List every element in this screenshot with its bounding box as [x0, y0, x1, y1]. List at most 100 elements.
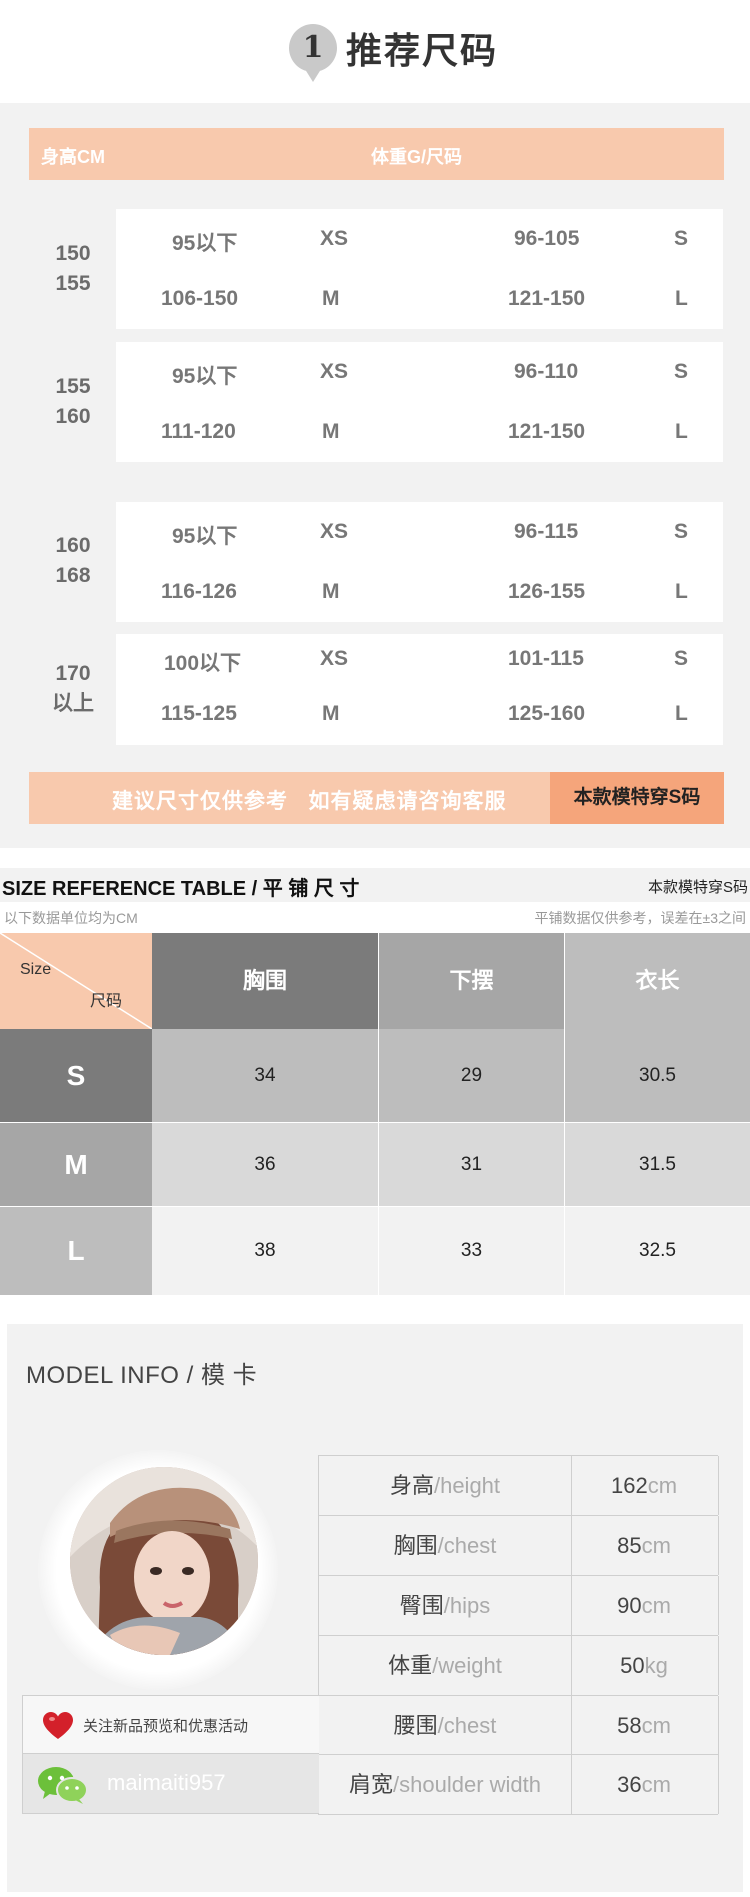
size-table-model-note: 本款模特穿S码 — [647, 879, 748, 896]
weight-range: 101-115 — [508, 647, 584, 670]
weight-range: 95以下 — [172, 525, 238, 548]
label-en: /chest — [437, 1713, 497, 1738]
size-code: S — [674, 647, 689, 670]
value-number: 90 — [617, 1593, 642, 1618]
value-number: 58 — [617, 1713, 642, 1738]
measurement-row: 体重/weight 50kg — [318, 1635, 719, 1695]
label-cn: 臀围 — [399, 1593, 444, 1618]
measurement-value: 162cm — [570, 1456, 719, 1515]
weight-range: 95以下 — [172, 365, 238, 388]
label-cn: 肩宽 — [349, 1772, 394, 1797]
label-en: /chest — [437, 1533, 497, 1558]
size-group-card: 95以下 XS 96-110 S 111-120 M 121-150 L — [116, 342, 723, 462]
label-cn: 胸围 — [393, 1533, 438, 1558]
height-line: 155 — [55, 375, 91, 398]
label-en: /weight — [432, 1653, 502, 1678]
measurement-label: 肩宽/shoulder width — [318, 1755, 572, 1814]
table-cell: 30.5 — [565, 1029, 750, 1122]
table-cell: 38 — [152, 1207, 378, 1295]
model-info-title: MODEL INFO / 模 卡 — [26, 1362, 258, 1389]
weight-range: 111-120 — [161, 420, 236, 443]
column-header: 下摆 — [379, 933, 564, 1029]
value-unit: cm — [641, 1533, 671, 1558]
column-header: 胸围 — [152, 933, 378, 1029]
table-cell: 32.5 — [565, 1207, 750, 1295]
size-code: S — [674, 227, 689, 250]
height-line: 160 — [55, 534, 91, 557]
size-code: L — [675, 702, 688, 725]
height-line: 160 — [55, 405, 91, 428]
measurement-label: 体重/weight — [318, 1636, 572, 1695]
value-number: 85 — [617, 1533, 642, 1558]
label-en: /shoulder width — [393, 1772, 541, 1797]
label-cn: 腰围 — [393, 1713, 438, 1738]
measurement-row: 臀围/hips 90cm — [318, 1575, 719, 1635]
model-avatar — [70, 1467, 258, 1655]
follow-text: 关注新品预览和优惠活动 — [83, 1718, 249, 1735]
corner-diagonal — [0, 933, 152, 1029]
measurement-label: 身高/height — [318, 1456, 572, 1515]
weight-range: 100以下 — [164, 652, 242, 675]
size-code: M — [322, 287, 340, 310]
weight-range: 96-110 — [514, 360, 579, 383]
measurement-value: 85cm — [570, 1516, 719, 1575]
weight-column-label: 体重G/尺码 — [371, 147, 463, 167]
measurement-row: 肩宽/shoulder width 36cm — [318, 1754, 719, 1814]
value-number: 50 — [620, 1653, 645, 1678]
corner-label-code: 尺码 — [89, 993, 122, 1010]
follow-promo[interactable]: 关注新品预览和优惠活动 — [22, 1695, 319, 1754]
weight-range: 96-105 — [514, 227, 580, 250]
column-header: 衣长 — [565, 933, 750, 1029]
heart-icon — [43, 1712, 73, 1739]
size-row-label: L — [0, 1207, 152, 1295]
table-cell: 33 — [379, 1207, 564, 1295]
value-number: 162 — [610, 1473, 648, 1498]
size-table-title: SIZE REFERENCE TABLE / 平 铺 尺 寸 — [2, 878, 360, 900]
measurement-row: 胸围/chest 85cm — [318, 1515, 719, 1575]
measurement-label: 臀围/hips — [318, 1576, 572, 1635]
recommend-footer-bar: 建议尺寸仅供参考 如有疑虑请咨询客服 本款模特穿S码 — [29, 772, 724, 824]
height-line: 168 — [55, 564, 91, 587]
value-unit: kg — [644, 1653, 668, 1678]
value-unit: cm — [647, 1473, 678, 1498]
size-code: L — [675, 420, 688, 443]
wechat-icon — [38, 1767, 88, 1804]
label-en: /height — [433, 1473, 501, 1498]
size-code: XS — [320, 520, 349, 543]
height-range: 155 160 — [28, 372, 118, 432]
size-code: XS — [320, 360, 349, 383]
table-cell: 34 — [152, 1029, 378, 1122]
measurement-label: 腰围/chest — [318, 1696, 572, 1755]
size-code: M — [322, 702, 340, 725]
weight-range: 106-150 — [161, 287, 239, 310]
height-range: 170 以上 — [28, 659, 118, 719]
weight-range: 121-150 — [508, 420, 586, 443]
measurement-row: 腰围/chest 58cm — [318, 1695, 719, 1755]
size-row-label: S — [0, 1029, 152, 1122]
measurement-value: 36cm — [570, 1755, 719, 1814]
size-group-card: 95以下 XS 96-105 S 106-150 M 121-150 L — [116, 209, 723, 329]
size-code: M — [322, 420, 340, 443]
size-code: XS — [320, 227, 349, 250]
size-code: S — [674, 360, 689, 383]
wechat-id: maimaiti957 — [107, 1770, 226, 1795]
table-cell: 31 — [379, 1123, 564, 1206]
table-cell: 31.5 — [565, 1123, 750, 1206]
height-line: 170 — [55, 662, 91, 685]
recommend-table-header: 身高CM 体重G/尺码 — [29, 128, 724, 180]
weight-range: 116-126 — [161, 580, 237, 603]
model-size-note: 本款模特穿S码 — [550, 772, 724, 824]
measurement-label: 胸围/chest — [318, 1516, 572, 1575]
height-line: 以上 — [52, 692, 94, 715]
weight-range: 121-150 — [508, 287, 586, 310]
value-unit: cm — [641, 1593, 671, 1618]
weight-range: 126-155 — [508, 580, 586, 603]
table-cell: 36 — [152, 1123, 378, 1206]
size-group-card: 95以下 XS 96-115 S 116-126 M 126-155 L — [116, 502, 723, 622]
measurement-value: 58cm — [570, 1696, 719, 1755]
wechat-contact[interactable]: maimaiti957 — [22, 1754, 319, 1814]
height-line: 150 — [55, 242, 91, 265]
weight-range: 125-160 — [508, 702, 586, 725]
tolerance-note: 平铺数据仅供参考，误差在±3之间 — [534, 910, 746, 926]
table-cell: 29 — [379, 1029, 564, 1122]
